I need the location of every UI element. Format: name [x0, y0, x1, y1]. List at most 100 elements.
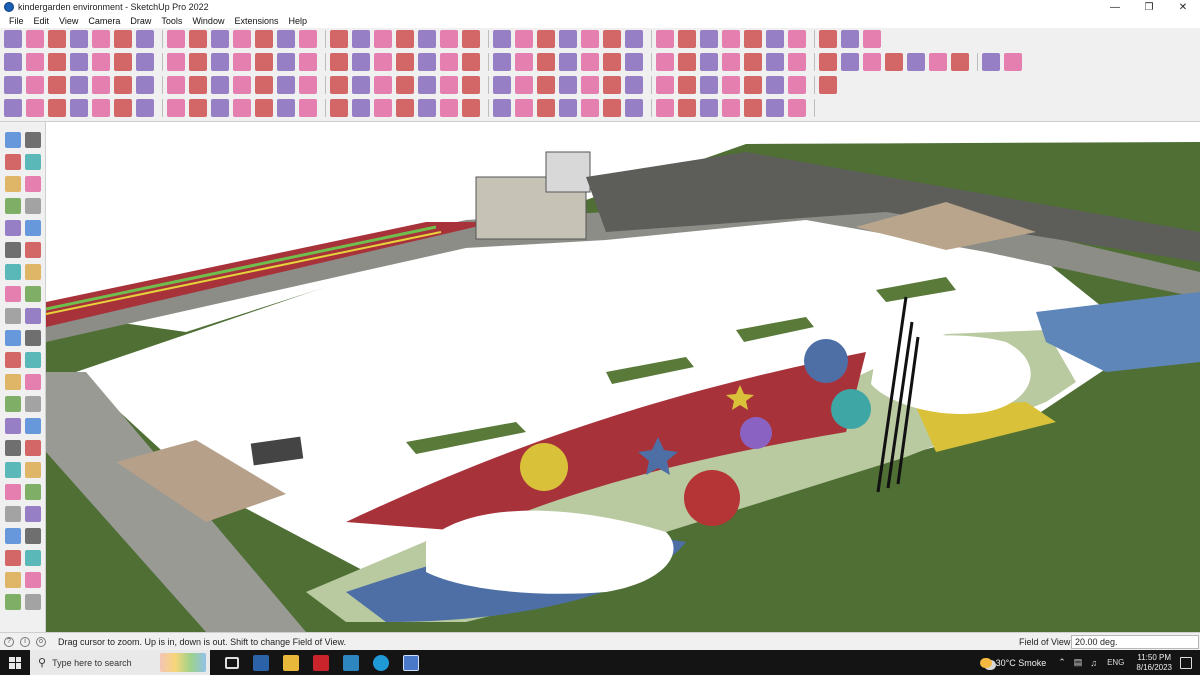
row1-tool-icon[interactable] — [167, 30, 185, 48]
row3-tool-icon[interactable] — [233, 76, 251, 94]
start-button[interactable] — [0, 650, 30, 675]
row4-tool-icon[interactable] — [167, 99, 185, 117]
edge-icon[interactable] — [373, 654, 389, 671]
row1-tool-icon[interactable] — [70, 30, 88, 48]
row2-tool-icon[interactable] — [863, 53, 881, 71]
row2-tool-icon[interactable] — [951, 53, 969, 71]
row1-tool-icon[interactable] — [603, 30, 621, 48]
row1-tool-icon[interactable] — [255, 30, 273, 48]
row3-tool-icon[interactable] — [744, 76, 762, 94]
left-tool-icon[interactable] — [25, 198, 41, 214]
row2-tool-icon[interactable] — [819, 53, 837, 71]
row4-tool-icon[interactable] — [92, 99, 110, 117]
row2-tool-icon[interactable] — [48, 53, 66, 71]
row2-tool-icon[interactable] — [136, 53, 154, 71]
row2-tool-icon[interactable] — [625, 53, 643, 71]
row4-tool-icon[interactable] — [440, 99, 458, 117]
left-tool-icon[interactable] — [25, 154, 41, 170]
row2-tool-icon[interactable] — [744, 53, 762, 71]
file-explorer-icon[interactable] — [283, 654, 299, 671]
row4-tool-icon[interactable] — [515, 99, 533, 117]
row2-tool-icon[interactable] — [788, 53, 806, 71]
left-tool-icon[interactable] — [5, 198, 21, 214]
row3-tool-icon[interactable] — [581, 76, 599, 94]
menu-file[interactable]: File — [4, 16, 29, 26]
row2-tool-icon[interactable] — [374, 53, 392, 71]
left-tool-icon[interactable] — [25, 176, 41, 192]
row4-tool-icon[interactable] — [744, 99, 762, 117]
row4-tool-icon[interactable] — [255, 99, 273, 117]
menu-window[interactable]: Window — [187, 16, 229, 26]
user-icon[interactable]: o — [36, 636, 46, 647]
row3-tool-icon[interactable] — [211, 76, 229, 94]
taskbar-search[interactable]: ⚲ Type here to search — [30, 650, 210, 675]
model-viewport[interactable] — [46, 122, 1200, 632]
row4-tool-icon[interactable] — [4, 99, 22, 117]
row1-tool-icon[interactable] — [396, 30, 414, 48]
row3-tool-icon[interactable] — [167, 76, 185, 94]
lumion-icon[interactable] — [343, 654, 359, 671]
row1-tool-icon[interactable] — [233, 30, 251, 48]
geo-location-icon[interactable]: ? — [4, 636, 14, 647]
row1-tool-icon[interactable] — [462, 30, 480, 48]
row4-tool-icon[interactable] — [330, 99, 348, 117]
row2-tool-icon[interactable] — [929, 53, 947, 71]
row2-tool-icon[interactable] — [656, 53, 674, 71]
row3-tool-icon[interactable] — [559, 76, 577, 94]
row2-tool-icon[interactable] — [700, 53, 718, 71]
row2-tool-icon[interactable] — [515, 53, 533, 71]
left-tool-icon[interactable] — [5, 462, 21, 478]
row3-tool-icon[interactable] — [766, 76, 784, 94]
row3-tool-icon[interactable] — [515, 76, 533, 94]
left-tool-icon[interactable] — [25, 506, 41, 522]
row3-tool-icon[interactable] — [418, 76, 436, 94]
row2-tool-icon[interactable] — [493, 53, 511, 71]
row3-tool-icon[interactable] — [625, 76, 643, 94]
row1-tool-icon[interactable] — [92, 30, 110, 48]
menu-edit[interactable]: Edit — [29, 16, 55, 26]
row1-tool-icon[interactable] — [114, 30, 132, 48]
row4-tool-icon[interactable] — [396, 99, 414, 117]
volume-icon[interactable]: ♫ — [1090, 658, 1097, 668]
row3-tool-icon[interactable] — [537, 76, 555, 94]
row4-tool-icon[interactable] — [656, 99, 674, 117]
show-hidden-icons-icon[interactable]: ⌃ — [1058, 657, 1066, 668]
row4-tool-icon[interactable] — [462, 99, 480, 117]
left-tool-icon[interactable] — [5, 374, 21, 390]
row2-tool-icon[interactable] — [440, 53, 458, 71]
row1-tool-icon[interactable] — [656, 30, 674, 48]
row1-tool-icon[interactable] — [537, 30, 555, 48]
left-tool-icon[interactable] — [5, 396, 21, 412]
left-tool-icon[interactable] — [5, 418, 21, 434]
row2-tool-icon[interactable] — [559, 53, 577, 71]
row2-tool-icon[interactable] — [211, 53, 229, 71]
row3-tool-icon[interactable] — [48, 76, 66, 94]
row1-tool-icon[interactable] — [189, 30, 207, 48]
minimize-icon[interactable]: — — [1098, 0, 1132, 14]
measurements-input[interactable]: 20.00 deg. — [1071, 635, 1199, 649]
row2-tool-icon[interactable] — [722, 53, 740, 71]
row1-tool-icon[interactable] — [841, 30, 859, 48]
restore-icon[interactable]: ❐ — [1132, 0, 1166, 14]
row1-tool-icon[interactable] — [493, 30, 511, 48]
left-tool-icon[interactable] — [5, 308, 21, 324]
menu-camera[interactable]: Camera — [83, 16, 125, 26]
row3-tool-icon[interactable] — [70, 76, 88, 94]
left-tool-icon[interactable] — [25, 286, 41, 302]
network-icon[interactable]: ▤ — [1074, 657, 1083, 668]
task-view-icon[interactable] — [225, 656, 239, 669]
row1-tool-icon[interactable] — [26, 30, 44, 48]
row3-tool-icon[interactable] — [114, 76, 132, 94]
row2-tool-icon[interactable] — [330, 53, 348, 71]
row3-tool-icon[interactable] — [26, 76, 44, 94]
row2-tool-icon[interactable] — [537, 53, 555, 71]
row3-tool-icon[interactable] — [788, 76, 806, 94]
row1-tool-icon[interactable] — [744, 30, 762, 48]
left-tool-icon[interactable] — [25, 550, 41, 566]
row1-tool-icon[interactable] — [136, 30, 154, 48]
left-tool-icon[interactable] — [25, 220, 41, 236]
row3-tool-icon[interactable] — [603, 76, 621, 94]
row4-tool-icon[interactable] — [581, 99, 599, 117]
left-tool-icon[interactable] — [25, 264, 41, 280]
row1-tool-icon[interactable] — [559, 30, 577, 48]
